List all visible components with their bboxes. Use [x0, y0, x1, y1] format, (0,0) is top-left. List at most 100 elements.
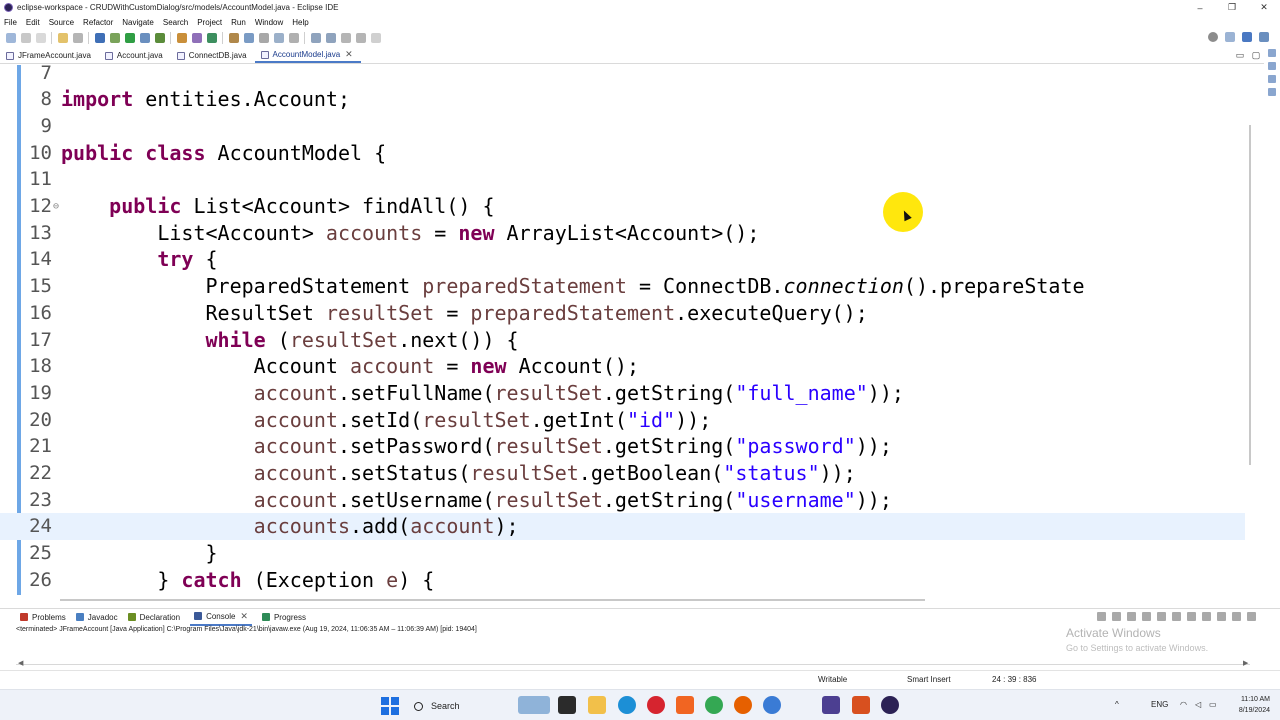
- save-icon[interactable]: [21, 33, 31, 43]
- java-perspective-icon[interactable]: [1242, 32, 1252, 42]
- code-line[interactable]: 20 account.setId(resultSet.getInt("id"))…: [0, 406, 1245, 433]
- external-tools-icon[interactable]: [155, 33, 165, 43]
- console-scrollbar[interactable]: [16, 664, 1250, 665]
- brave-icon[interactable]: [676, 696, 694, 714]
- new-icon[interactable]: [6, 33, 16, 43]
- code-line[interactable]: 16 ResultSet resultSet = preparedStateme…: [0, 299, 1245, 326]
- task-list-icon[interactable]: [1268, 62, 1276, 70]
- pin-editor-icon[interactable]: [371, 33, 381, 43]
- code-line[interactable]: 19 account.setFullName(resultSet.getStri…: [0, 379, 1245, 406]
- code-line[interactable]: 8 import entities.Account;: [0, 86, 1245, 113]
- scroll-left-icon[interactable]: ◀: [18, 659, 23, 667]
- code-line[interactable]: 15 PreparedStatement preparedStatement =…: [0, 273, 1245, 300]
- store-icon[interactable]: [822, 696, 840, 714]
- hierarchy-view-icon[interactable]: [1268, 88, 1276, 96]
- terminate-icon[interactable]: [1097, 612, 1106, 621]
- minimize-editor-icon[interactable]: ▭: [1234, 50, 1246, 60]
- maximize-view-icon[interactable]: [1247, 612, 1256, 621]
- tab-accountmodel[interactable]: AccountModel.java ✕: [254, 48, 361, 63]
- vertical-scrollbar[interactable]: [1249, 125, 1251, 465]
- tab-javadoc[interactable]: Javadoc: [75, 613, 118, 622]
- menu-help[interactable]: Help: [292, 18, 308, 27]
- remove-all-icon[interactable]: [1127, 612, 1136, 621]
- open-console-icon[interactable]: [1217, 612, 1226, 621]
- code-line[interactable]: 11: [0, 166, 1245, 193]
- close-tab-icon[interactable]: ✕: [345, 49, 353, 60]
- menu-run[interactable]: Run: [231, 18, 246, 27]
- code-line[interactable]: 22 account.setStatus(resultSet.getBoolea…: [0, 460, 1245, 487]
- code-line[interactable]: 21 account.setPassword(resultSet.getStri…: [0, 433, 1245, 460]
- code-line[interactable]: 9: [0, 112, 1245, 139]
- menu-search[interactable]: Search: [163, 18, 188, 27]
- zalo-icon[interactable]: [763, 696, 781, 714]
- code-line[interactable]: 12 ⊖ public List<Account> findAll() {: [0, 193, 1245, 220]
- word-wrap-icon[interactable]: [1157, 612, 1166, 621]
- insert-mode-status[interactable]: Smart Insert: [907, 675, 951, 684]
- code-line[interactable]: 23 account.setUsername(resultSet.getStri…: [0, 486, 1245, 513]
- search-icon[interactable]: [1208, 32, 1218, 42]
- menu-refactor[interactable]: Refactor: [83, 18, 113, 27]
- coverage-icon[interactable]: [140, 33, 150, 43]
- code-line[interactable]: 17 while (resultSet.next()) {: [0, 326, 1245, 353]
- open-task-icon[interactable]: [58, 33, 68, 43]
- tab-progress[interactable]: Progress: [261, 613, 306, 622]
- clock[interactable]: 11:10 AM 8/19/2024: [1222, 694, 1270, 716]
- menu-project[interactable]: Project: [197, 18, 222, 27]
- restore-button[interactable]: ❐: [1216, 0, 1248, 15]
- open-type-icon[interactable]: [229, 33, 239, 43]
- minimize-button[interactable]: –: [1184, 0, 1216, 15]
- menu-file[interactable]: File: [4, 18, 17, 27]
- open-perspective-icon[interactable]: [1225, 32, 1235, 42]
- opera-icon[interactable]: [647, 696, 665, 714]
- scroll-right-icon[interactable]: ▶: [1243, 659, 1248, 667]
- annotation-icon[interactable]: [259, 33, 269, 43]
- code-line[interactable]: 26 } catch (Exception e) {: [0, 566, 1245, 593]
- tab-declaration[interactable]: Declaration: [127, 613, 180, 622]
- maximize-editor-icon[interactable]: ▢: [1250, 50, 1262, 60]
- search-toolbar-icon[interactable]: [244, 33, 254, 43]
- fold-toggle-icon[interactable]: ⊖: [53, 201, 59, 212]
- language-indicator[interactable]: ENG: [1151, 700, 1168, 709]
- firefox-icon[interactable]: [734, 696, 752, 714]
- show-on-output-icon[interactable]: [1172, 612, 1181, 621]
- tab-jframeaccount[interactable]: JFrameAccount.java: [0, 48, 99, 63]
- close-button[interactable]: ✕: [1248, 0, 1280, 15]
- battery-icon[interactable]: ▭: [1209, 700, 1217, 709]
- next-annotation-icon[interactable]: [311, 33, 321, 43]
- scroll-thumb[interactable]: [60, 599, 925, 601]
- start-button[interactable]: [381, 697, 399, 715]
- volume-icon[interactable]: ◁: [1195, 700, 1201, 709]
- tab-console[interactable]: Console ✕: [190, 608, 252, 626]
- task-view-icon[interactable]: [558, 696, 576, 714]
- menu-window[interactable]: Window: [255, 18, 283, 27]
- display-console-icon[interactable]: [1202, 612, 1211, 621]
- problems-view-icon[interactable]: [1268, 75, 1276, 83]
- new-class-icon[interactable]: [207, 33, 217, 43]
- terminal-icon[interactable]: [95, 33, 105, 43]
- remove-launch-icon[interactable]: [1112, 612, 1121, 621]
- tool-icon[interactable]: [852, 696, 870, 714]
- back-icon[interactable]: [341, 33, 351, 43]
- code-line[interactable]: 25 }: [0, 540, 1245, 567]
- eclipse-taskbar-icon[interactable]: [881, 696, 899, 714]
- tab-problems[interactable]: Problems: [20, 613, 66, 622]
- scroll-lock-icon[interactable]: [1142, 612, 1151, 621]
- edge-icon[interactable]: [618, 696, 636, 714]
- outline-view-icon[interactable]: [1268, 49, 1276, 57]
- show-whitespace-icon[interactable]: [289, 33, 299, 43]
- pin-console-icon[interactable]: [1187, 612, 1196, 621]
- code-line[interactable]: 13 List<Account> accounts = new ArrayLis…: [0, 219, 1245, 246]
- minimize-view-icon[interactable]: [1232, 612, 1241, 621]
- horizontal-scrollbar[interactable]: [0, 596, 1262, 604]
- code-line[interactable]: 7: [0, 65, 1245, 86]
- new-package-icon[interactable]: [192, 33, 202, 43]
- code-line[interactable]: 14 try {: [0, 246, 1245, 273]
- skip-breakpoints-icon[interactable]: [73, 33, 83, 43]
- code-line[interactable]: 18 Account account = new Account();: [0, 353, 1245, 380]
- toggle-mark-icon[interactable]: [274, 33, 284, 43]
- wifi-icon[interactable]: ◠: [1180, 700, 1187, 709]
- menu-navigate[interactable]: Navigate: [122, 18, 154, 27]
- code-line[interactable]: 10 public class AccountModel {: [0, 139, 1245, 166]
- search-highlight-icon[interactable]: [518, 696, 550, 714]
- tab-connectdb[interactable]: ConnectDB.java: [171, 48, 255, 63]
